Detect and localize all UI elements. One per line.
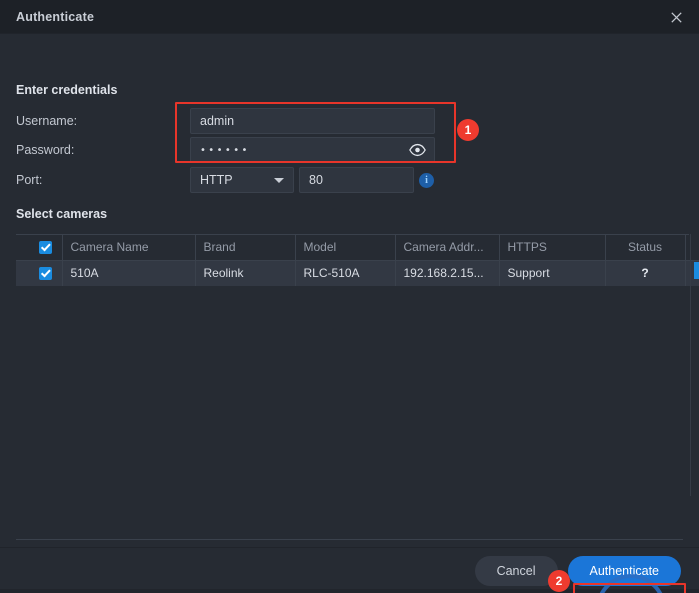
info-icon-glyph: i [425, 175, 428, 186]
select-all-header [16, 235, 63, 261]
cameras-section-title: Select cameras [16, 207, 108, 221]
dialog-body: Enter credentials Username: admin Passwo… [0, 34, 699, 593]
scrollbar-thumb[interactable] [694, 262, 699, 279]
cameras-table-wrapper: Camera Name Brand Model Camera Addr... H… [16, 234, 699, 536]
cancel-button[interactable]: Cancel [474, 555, 558, 586]
selection-divider-top [16, 539, 683, 540]
port-protocol-select[interactable]: HTTP [190, 167, 294, 193]
column-header-spacer [685, 235, 699, 261]
row-checkbox[interactable] [39, 266, 52, 280]
cameras-table: Camera Name Brand Model Camera Addr... H… [16, 235, 699, 286]
dialog-titlebar: Authenticate [0, 0, 699, 34]
password-input-value: •••••• [200, 144, 250, 156]
cell-model: RLC-510A [295, 260, 396, 286]
column-header-camera-name[interactable]: Camera Name [62, 235, 196, 261]
authenticate-button[interactable]: Authenticate [567, 555, 681, 586]
dialog-footer: Cancel Authenticate [0, 547, 699, 593]
table-row[interactable]: 510A Reolink RLC-510A 192.168.2.15... Su… [16, 260, 699, 286]
select-all-checkbox-wrap [24, 240, 54, 254]
close-glyph [670, 11, 682, 23]
column-header-brand[interactable]: Brand [195, 235, 296, 261]
credentials-section-title: Enter credentials [16, 83, 118, 97]
cell-camera-name: 510A [62, 260, 196, 286]
column-header-status[interactable]: Status [605, 235, 686, 261]
status-badge: ? [605, 260, 686, 286]
cameras-table-body: 510A Reolink RLC-510A 192.168.2.15... Su… [16, 260, 699, 286]
row-checkbox-wrap [24, 266, 54, 280]
port-label: Port: [16, 173, 43, 187]
table-header-row: Camera Name Brand Model Camera Addr... H… [16, 235, 699, 261]
port-number-input[interactable]: 80 [299, 167, 414, 193]
close-icon[interactable] [665, 6, 687, 28]
bottom-strip [0, 589, 699, 593]
table-empty-area [16, 286, 689, 536]
annotation-badge-1: 1 [457, 119, 479, 141]
column-header-camera-address[interactable]: Camera Addr... [395, 235, 500, 261]
password-label: Password: [16, 143, 75, 157]
chevron-down-icon [274, 178, 284, 183]
column-header-https[interactable]: HTTPS [499, 235, 606, 261]
cell-https: Support [499, 260, 606, 286]
annotation-badge-2: 2 [548, 570, 570, 592]
username-input[interactable]: admin [190, 108, 435, 134]
port-protocol-value: HTTP [200, 173, 233, 187]
password-input[interactable]: •••••• [190, 137, 435, 163]
dialog-title: Authenticate [16, 10, 95, 24]
cell-brand: Reolink [195, 260, 296, 286]
authenticate-dialog: Authenticate Enter credentials Username:… [0, 0, 699, 593]
info-icon[interactable]: i [419, 173, 434, 188]
eye-icon[interactable] [409, 143, 426, 157]
column-header-model[interactable]: Model [295, 235, 396, 261]
select-all-checkbox[interactable] [39, 240, 52, 254]
cell-camera-address: 192.168.2.15... [395, 260, 500, 286]
row-select-cell [16, 260, 63, 286]
cameras-table-head: Camera Name Brand Model Camera Addr... H… [16, 235, 699, 261]
port-number-value: 80 [309, 173, 323, 187]
table-right-divider [690, 234, 691, 496]
username-label: Username: [16, 114, 78, 128]
username-input-value: admin [200, 114, 235, 128]
eye-glyph [409, 143, 426, 157]
